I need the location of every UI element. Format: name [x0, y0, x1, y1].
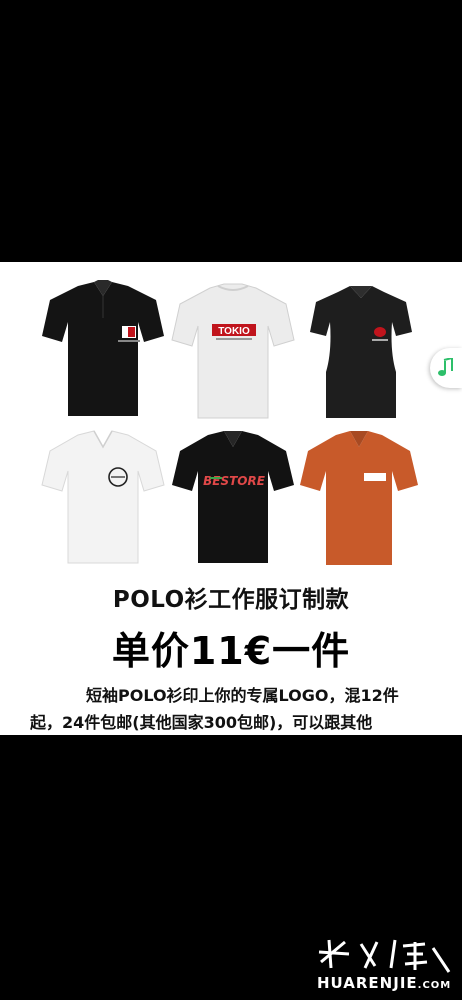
tokio-print: TOKIO — [218, 326, 250, 337]
product-description: 短袖POLO衫印上你的专属LOGO，混12件起，24件包邮(其他国家300包邮)… — [30, 686, 399, 732]
content-panel: TOKIO BESTORE POLO衫工作服订制款 单价11€一件 短袖POLO… — [0, 262, 462, 735]
huarenjie-logo-icon — [318, 939, 451, 973]
music-button[interactable] — [430, 348, 462, 388]
product-image-women-black-polo[interactable] — [300, 282, 422, 424]
product-image-white-polo-circle[interactable] — [38, 427, 168, 567]
music-note-icon — [438, 358, 453, 376]
product-image-orange-polo[interactable] — [296, 427, 422, 569]
watermark-logo: HUARENJIE.COM — [315, 932, 455, 996]
product-image-white-polo-tokio[interactable]: TOKIO — [168, 280, 298, 425]
product-image-black-polo[interactable] — [38, 278, 168, 423]
product-image-black-polo-bestore[interactable]: BESTORE — [168, 427, 298, 567]
product-price: 单价11€一件 — [111, 629, 351, 673]
product-headline: POLO衫工作服订制款 — [112, 587, 350, 613]
bestore-print: BESTORE — [203, 474, 266, 488]
watermark-text: HUARENJIE.COM — [317, 974, 452, 992]
